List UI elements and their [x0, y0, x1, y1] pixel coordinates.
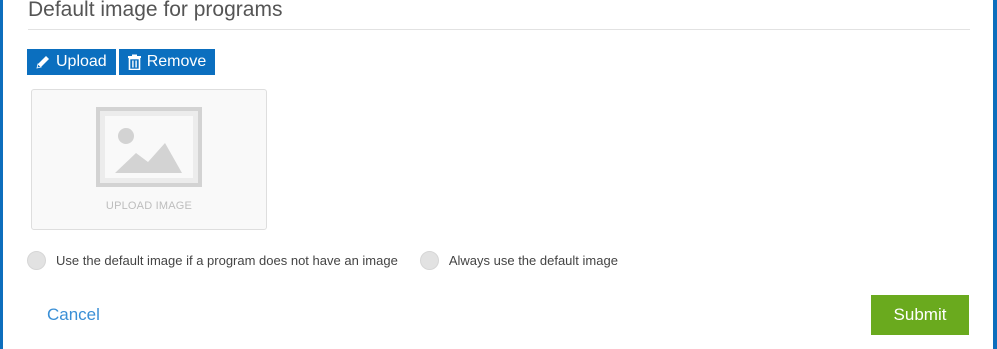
image-toolbar: Upload Remove [27, 49, 216, 75]
frame-right-border [993, 0, 997, 349]
frame-left-border [0, 0, 3, 349]
default-image-options: Use the default image if a program does … [27, 250, 618, 271]
section-title: Default image for programs [28, 0, 283, 21]
trash-icon [127, 54, 142, 70]
radio-button[interactable] [27, 251, 46, 270]
radio-button[interactable] [419, 251, 439, 270]
upload-button[interactable]: Upload [27, 49, 116, 75]
image-placeholder-icon [96, 107, 202, 192]
option-label: Always use the default image [448, 253, 618, 268]
remove-button-label: Remove [146, 53, 207, 70]
upload-image-caption: UPLOAD IMAGE [105, 200, 193, 212]
remove-button[interactable]: Remove [118, 49, 216, 75]
cancel-link[interactable]: Cancel [47, 304, 100, 326]
option-label: Use the default image if a program does … [56, 253, 398, 268]
pencil-icon [35, 54, 51, 70]
upload-image-dropzone[interactable]: UPLOAD IMAGE [31, 89, 267, 230]
submit-button[interactable]: Submit [871, 295, 969, 335]
upload-button-label: Upload [56, 53, 107, 70]
option-use-if-missing[interactable]: Use the default image if a program does … [27, 251, 398, 270]
option-always-use[interactable]: Always use the default image [419, 251, 618, 270]
dialog-frame: Default image for programs Upload Remove… [0, 0, 997, 349]
title-divider [28, 29, 970, 30]
